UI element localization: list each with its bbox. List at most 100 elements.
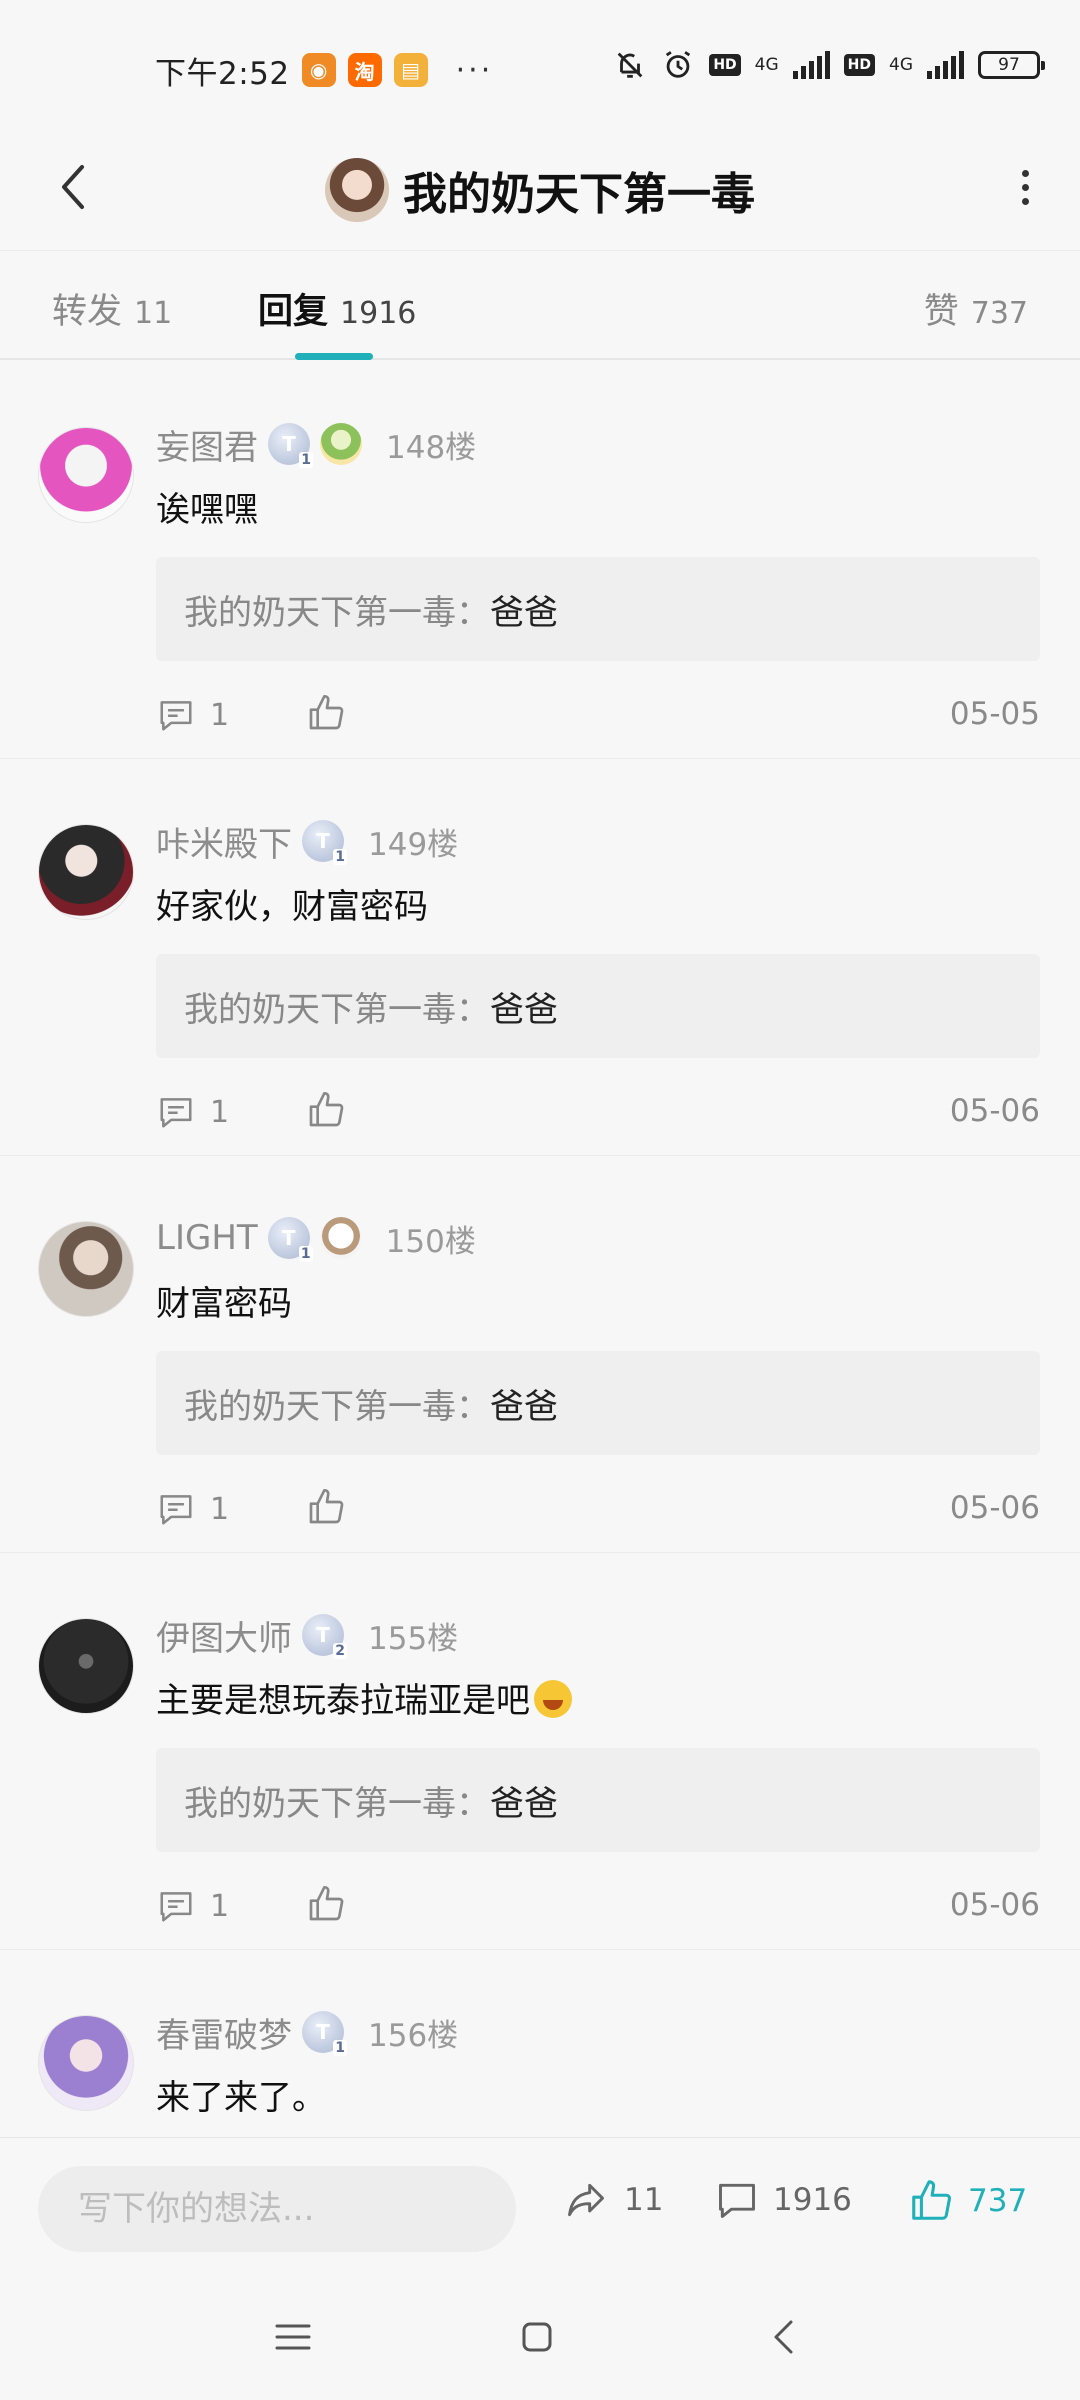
comment-count: 1916 [773,2182,852,2218]
like-button[interactable] [306,1487,346,1531]
signal-icon [792,51,830,79]
comment-text: 来了来了。 [156,2078,326,2118]
reply-button[interactable]: 1 [156,696,229,734]
more-icon [1021,169,1029,177]
quoted-reply[interactable]: 我的奶天下第一毒：爸爸 [156,1351,1040,1455]
username[interactable]: 妄图君 [156,420,258,469]
repost-button[interactable]: 11 [562,2178,663,2222]
avatar[interactable] [38,2015,134,2111]
mute-bell-icon [617,52,643,78]
comment-actions: 1 05-06 [156,1087,1040,1137]
quote-separator: ： [456,1386,490,1427]
quote-author: 我的奶天下第一毒 [184,592,456,633]
like-button[interactable] [306,1884,346,1928]
comment-item: 妄图君 T1 148楼 诶嘿嘿 我的奶天下第一毒：爸爸 1 05-05 [0,362,1080,759]
comment-actions: 1 05-06 [156,1484,1040,1534]
reply-count: 1 [210,1491,230,1527]
avatar[interactable] [38,824,134,920]
floor-number: 156楼 [368,2017,459,2054]
comment-date: 05-06 [949,1887,1040,1923]
active-tab-indicator [295,353,373,360]
comment-meta: 伊图大师 T2 155楼 [156,1610,458,1660]
like-button[interactable] [306,693,346,737]
uc-browser-icon: ◉ [301,53,336,87]
level-badge: T1 [268,423,313,468]
home-button[interactable] [502,2307,572,2367]
notes-icon: ▤ [393,53,428,87]
hd-badge: HD [709,54,741,76]
medal-badge [320,423,362,465]
reply-button[interactable]: 1 [156,1490,229,1528]
bottom-action-bar: 11 1916 737 [0,2137,1080,2277]
menu-button[interactable] [258,2307,328,2367]
floor-number: 155楼 [368,1620,459,1657]
comment-item: 咔米殿下 T1 149楼 好家伙，财富密码 我的奶天下第一毒：爸爸 1 05-0… [0,759,1080,1156]
quote-text: 爸爸 [490,989,558,1030]
thumbs-up-icon [309,1886,344,1921]
comment-icon [160,1495,192,1525]
tab-repost[interactable]: 转发 11 [52,283,172,334]
menu-icon [275,2324,311,2350]
quote-text: 爸爸 [490,1386,558,1427]
comment-button[interactable]: 1916 [715,2178,852,2222]
tab-count: 11 [134,296,173,331]
nav-back-button[interactable] [748,2307,818,2367]
taobao-icon: 淘 [347,53,382,87]
floor-number: 149楼 [368,826,459,863]
like-count: 737 [968,2183,1028,2219]
comment-icon [160,701,192,731]
avatar[interactable] [38,427,134,523]
quoted-reply[interactable]: 我的奶天下第一毒：爸爸 [156,954,1040,1058]
comment-item: 伊图大师 T2 155楼 主要是想玩泰拉瑞亚是吧 我的奶天下第一毒：爸爸 1 0… [0,1553,1080,1950]
avatar[interactable] [38,1618,134,1714]
comment-input-box[interactable] [38,2166,516,2252]
hd-badge-2: HD [843,54,875,76]
username[interactable]: 春雷破梦 [156,2008,292,2057]
comment-date: 05-06 [949,1093,1040,1129]
comment-bubble-icon [719,2183,755,2218]
comment-icon [160,1098,192,1128]
tab-label: 转发 [52,292,123,332]
tab-label: 回复 [258,292,329,332]
quote-author: 我的奶天下第一毒 [184,1386,456,1427]
more-notifications-icon: ··· [455,52,494,88]
share-icon [568,2183,604,2217]
tab-reply[interactable]: 回复 1916 [258,283,416,334]
like-button[interactable] [306,1090,346,1134]
username[interactable]: 咔米殿下 [156,817,292,866]
battery-icon: 97 [978,51,1045,79]
quoted-reply[interactable]: 我的奶天下第一毒：爸爸 [156,1748,1040,1852]
quote-separator: ： [456,1783,490,1824]
floor-number: 150楼 [385,1223,476,1260]
more-button[interactable] [990,152,1060,222]
username[interactable]: 伊图大师 [156,1611,292,1660]
comment-text: 诶嘿嘿 [156,490,258,530]
quote-author: 我的奶天下第一毒 [184,989,456,1030]
comment-actions: 1 05-06 [156,1881,1040,1931]
like-post-button[interactable]: 737 [908,2178,1027,2224]
reply-button[interactable]: 1 [156,1093,229,1131]
comment-list[interactable]: 妄图君 T1 148楼 诶嘿嘿 我的奶天下第一毒：爸爸 1 05-05 咔米殿下… [0,362,1080,2137]
comment-input[interactable] [78,2189,516,2229]
quoted-reply[interactable]: 我的奶天下第一毒：爸爸 [156,557,1040,661]
comment-text: 好家伙，财富密码 [156,887,428,927]
comment-text-content: 主要是想玩泰拉瑞亚是吧 [156,1681,530,1721]
quote-separator: ： [456,592,490,633]
thumbs-up-icon [309,1489,344,1524]
page-title: 我的奶天下第一毒 [403,169,755,220]
tab-count: 737 [970,296,1028,331]
thumbs-up-icon [309,1092,344,1127]
comment-item: LIGHT T1 150楼 财富密码 我的奶天下第一毒：爸爸 1 05-06 [0,1156,1080,1553]
network-label: 4G [754,55,779,75]
quote-author: 我的奶天下第一毒 [184,1783,456,1824]
laughing-emoji-icon [534,1680,572,1718]
username[interactable]: LIGHT [156,1218,258,1258]
floor-number: 148楼 [386,429,477,466]
tab-like[interactable]: 赞 737 [924,283,1028,334]
reply-button[interactable]: 1 [156,1887,229,1925]
quote-separator: ： [456,989,490,1030]
quote-text: 爸爸 [490,1783,558,1824]
header-avatar[interactable] [325,158,389,222]
avatar[interactable] [38,1221,134,1317]
back-button[interactable] [38,152,108,222]
